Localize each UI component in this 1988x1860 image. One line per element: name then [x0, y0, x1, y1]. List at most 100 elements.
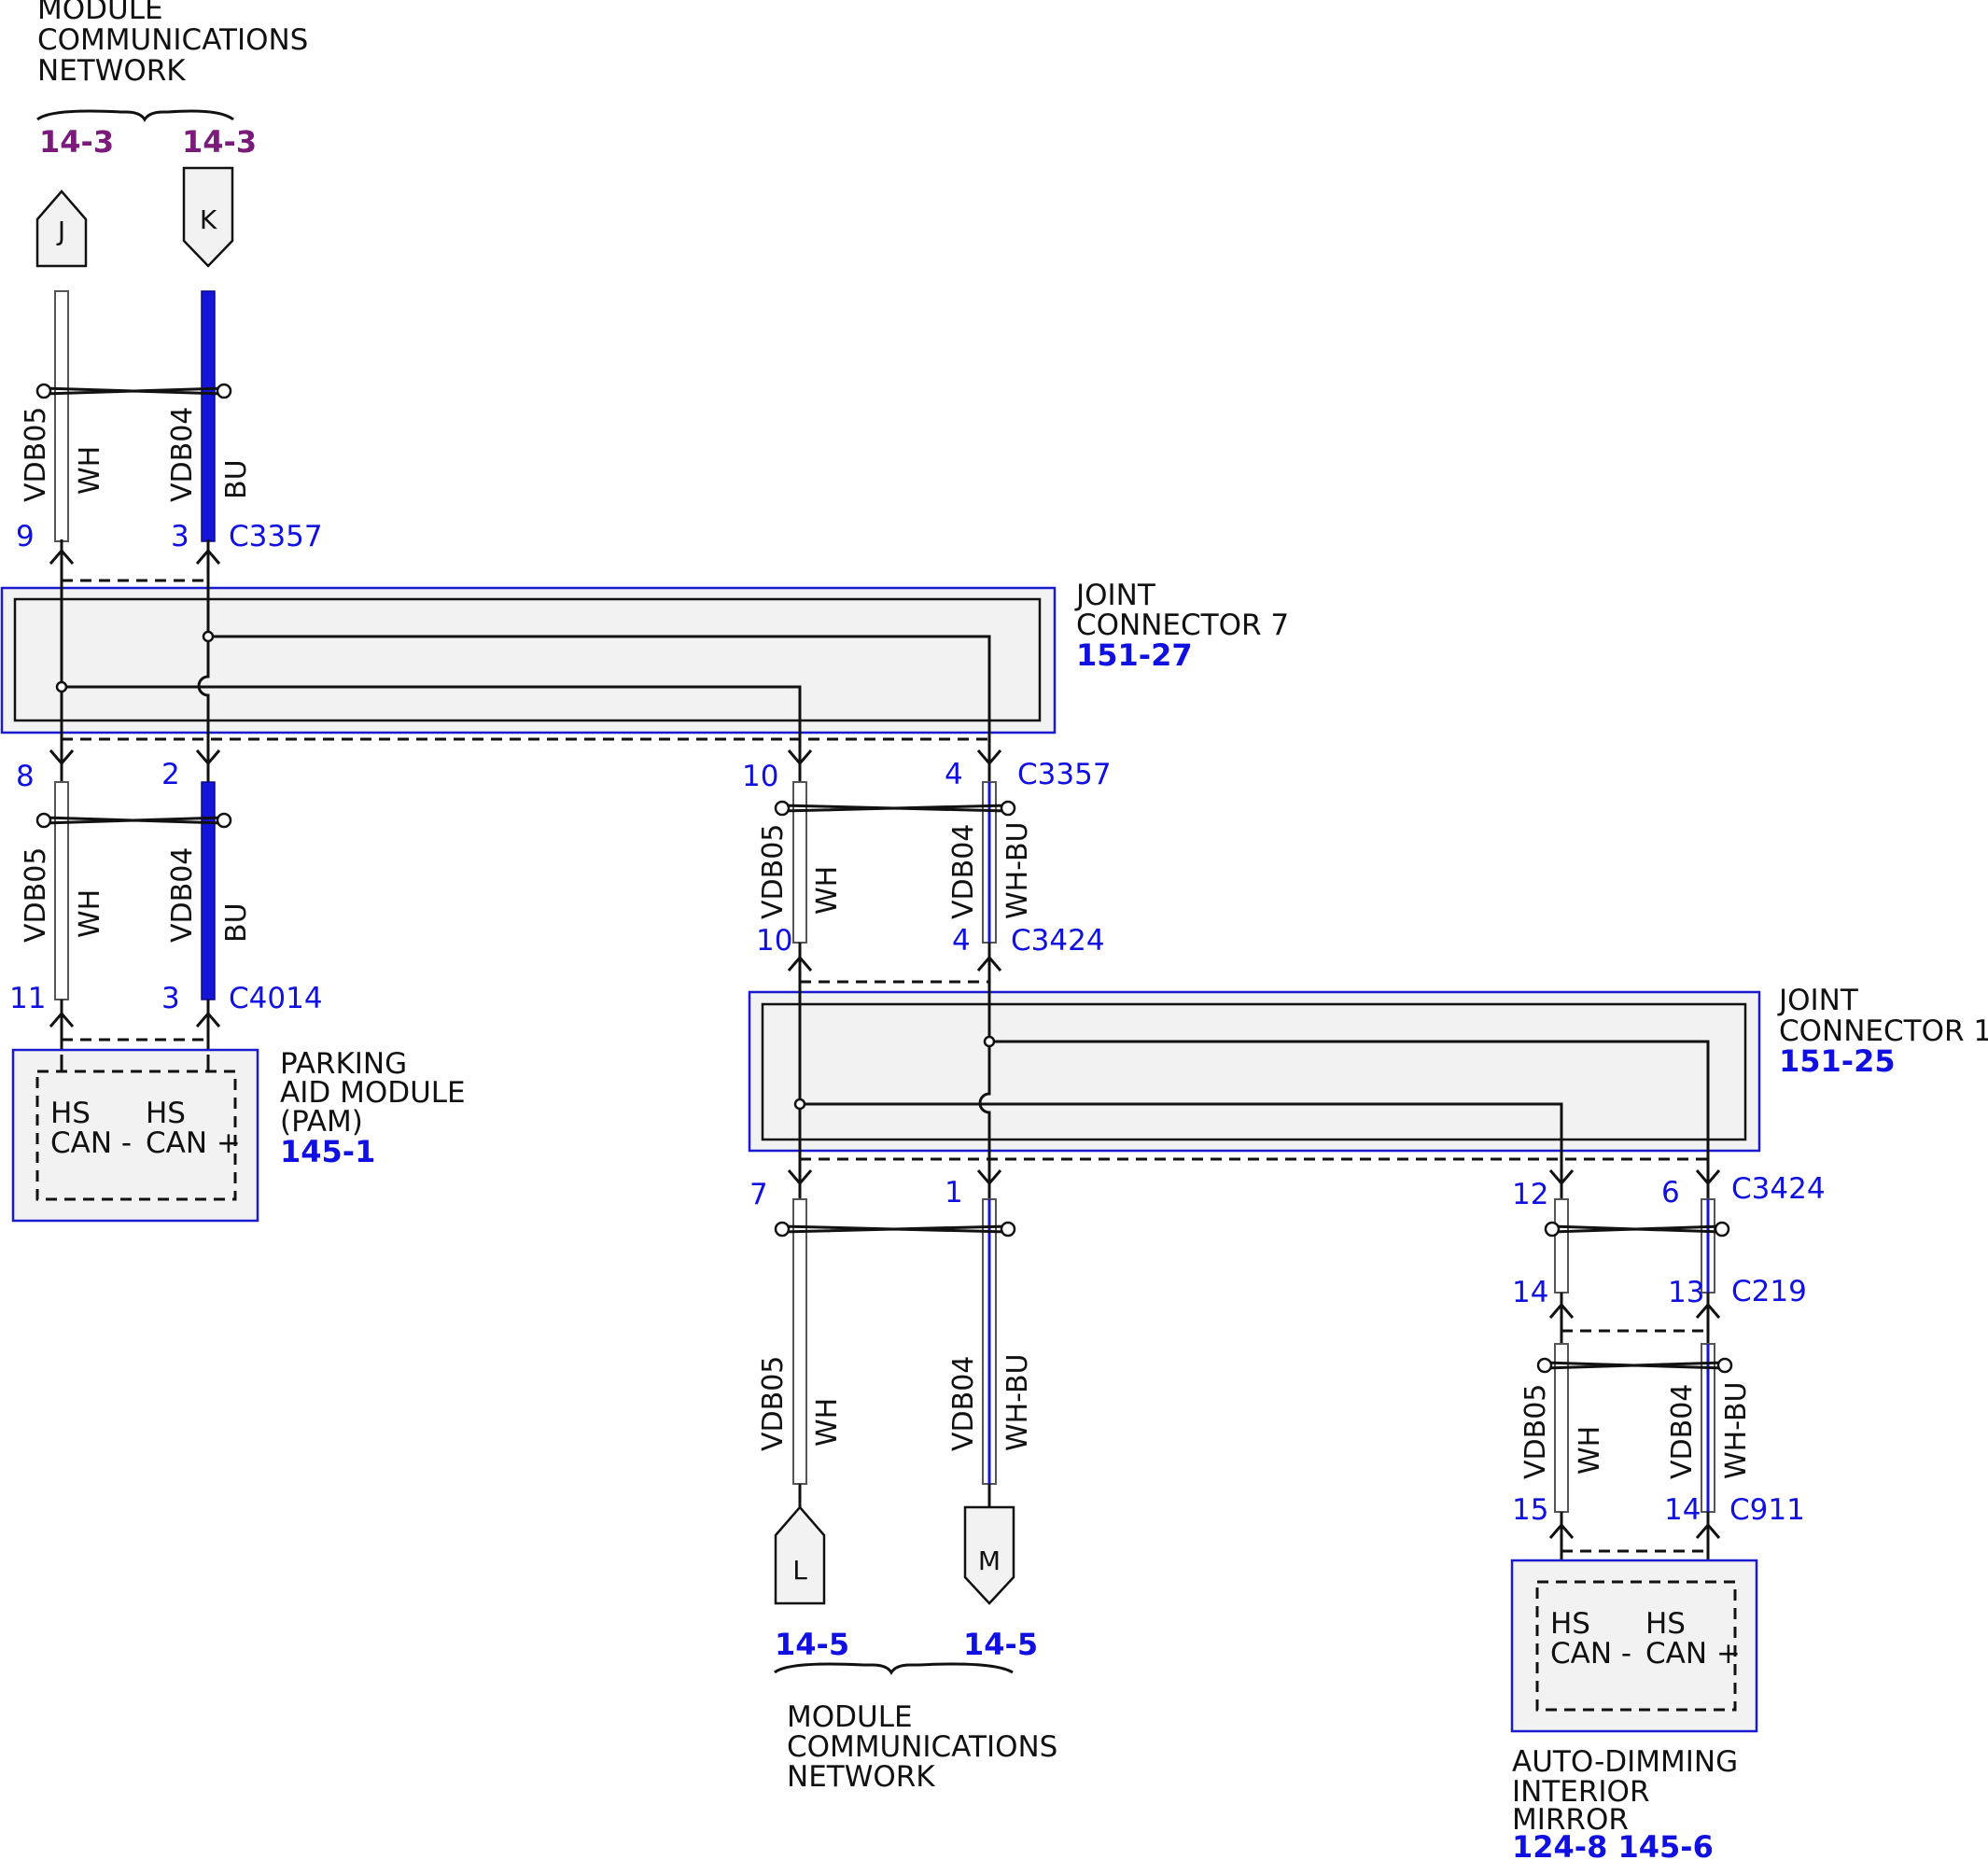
twist-end-4b: [1000, 1221, 1016, 1238]
top-network-group: MODULE COMMUNICATIONS NETWORK 14-3 14-3 …: [35, 0, 308, 268]
twist-end-6a: [1536, 1357, 1553, 1374]
terminal-6: [1695, 1167, 1721, 1199]
wire-color-whbu-3: WH-BU: [1001, 821, 1034, 919]
wire-color-whbu-5: WH-BU: [1720, 1381, 1753, 1479]
terminal-4a: [976, 747, 1002, 782]
ref-14-3-j: 14-3: [39, 124, 114, 160]
wire-color-whbu-4: WH-BU: [1001, 1353, 1034, 1451]
wires-right-mirror: 12 6 C3424 14 13 C219 VDB05 WH VDB04 WH-…: [1512, 1167, 1826, 1582]
terminal-11: [49, 1000, 75, 1055]
joint7-splice-bu: [202, 630, 215, 643]
mirror-ref: 124-8 145-6: [1512, 1829, 1714, 1860]
pin-11: 11: [9, 982, 46, 1015]
connector-c911: C911: [1729, 1493, 1805, 1527]
mirror-label-line1: AUTO-DIMMING: [1512, 1745, 1738, 1779]
bottom-network-brace: [774, 1662, 1014, 1675]
terminal-12: [1548, 1167, 1575, 1199]
twist-mark-3: [781, 804, 1009, 813]
twist-end-6b: [1716, 1357, 1733, 1374]
wire-code-vdb05-3: VDB05: [757, 824, 790, 919]
twist-mark-2: [43, 816, 225, 825]
connector-k-letter: K: [200, 204, 217, 235]
twist-end-5b: [1714, 1221, 1730, 1238]
wire-code-vdb04-5: VDB04: [1666, 1384, 1699, 1479]
joint-connector-7: JOINT CONNECTOR 7 151-27: [0, 579, 1289, 747]
joint13-ref: 151-25: [1779, 1043, 1896, 1079]
pin-14-c219: 14: [1512, 1276, 1548, 1309]
pin-2: 2: [161, 758, 180, 791]
pin-7: 7: [749, 1178, 768, 1211]
wire-code-vdb05-5: VDB05: [1519, 1384, 1552, 1479]
twist-end-4a: [774, 1221, 791, 1238]
connector-c219: C219: [1731, 1275, 1807, 1308]
wire-code-vdb04-1: VDB04: [166, 407, 199, 502]
ref-14-3-k: 14-3: [182, 124, 257, 160]
joint7-label-line1: JOINT: [1074, 579, 1156, 612]
connector-c3424-lower: C3424: [1731, 1172, 1826, 1206]
twist-mark-1: [43, 386, 225, 396]
connector-c3357-lower: C3357: [1017, 758, 1112, 791]
joint13-label-line1: JOINT: [1777, 984, 1859, 1017]
bottom-network-label-line2: COMMUNICATIONS: [787, 1730, 1057, 1764]
pin-6: 6: [1661, 1176, 1680, 1210]
pin-14-c911: 14: [1664, 1493, 1701, 1527]
connector-m-letter: M: [978, 1545, 1001, 1576]
twist-end-2a: [35, 812, 52, 829]
joint-connector-13: JOINT CONNECTOR 13 151-25: [748, 984, 1988, 1167]
twist-end-1b: [216, 383, 232, 399]
pam-hs-1: HS: [50, 1097, 91, 1130]
wire-color-wh-1: WH: [74, 446, 106, 495]
wire-color-wh-5: WH: [1574, 1426, 1606, 1475]
connector-j-letter: J: [56, 216, 65, 246]
joint7-inner: [13, 597, 1042, 722]
ref-14-5-l: 14-5: [775, 1627, 849, 1662]
terminal-7: [787, 1167, 813, 1199]
wire-code-vdb04-2: VDB04: [166, 847, 199, 943]
mirror-hs-1: HS: [1550, 1607, 1590, 1641]
terminal-3b: [195, 1000, 221, 1055]
auto-dimming-mirror: HS CAN - HS CAN + AUTO-DIMMING INTERIOR …: [1510, 1559, 1758, 1860]
wire-vdb04-bu-pam: [201, 781, 216, 1000]
pin-13: 13: [1668, 1276, 1704, 1309]
connector-c3357-upper: C3357: [229, 520, 323, 553]
pin-10-c3357: 10: [742, 760, 778, 793]
connector-l-letter: L: [792, 1555, 807, 1586]
top-network-label-line1: MODULE: [37, 0, 163, 26]
wire-code-vdb05-2: VDB05: [20, 847, 52, 943]
connector-c4014: C4014: [229, 982, 323, 1015]
top-network-label-line2: COMMUNICATIONS: [37, 23, 308, 57]
ref-14-5-m: 14-5: [963, 1627, 1038, 1662]
terminal-1: [976, 1167, 1002, 1199]
wire-code-vdb04-4: VDB04: [947, 1356, 980, 1451]
joint7-ref: 151-27: [1076, 637, 1193, 673]
connector-c3424-upper: C3424: [1011, 924, 1105, 958]
bottom-network-label-line1: MODULE: [787, 1700, 913, 1734]
mirror-can-minus: CAN -: [1550, 1637, 1631, 1671]
terminal-3: [195, 539, 221, 583]
pin-12: 12: [1512, 1178, 1548, 1211]
mirror-hs-2: HS: [1645, 1607, 1686, 1641]
terminal-2: [195, 747, 221, 782]
twist-end-5a: [1544, 1221, 1561, 1238]
twist-end-1a: [35, 383, 52, 399]
bottom-network-label-line3: NETWORK: [787, 1760, 935, 1794]
pam-hs-2: HS: [146, 1097, 186, 1130]
pin-3-c3357: 3: [171, 520, 189, 553]
pin-1: 1: [945, 1176, 963, 1210]
wires-middle-lower: 7 1 VDB05 WH VDB04 WH-BU L M 14-5 14-5 M…: [749, 1167, 1057, 1794]
pin-8: 8: [16, 760, 35, 793]
wire-color-wh-2: WH: [74, 889, 106, 938]
terminal-9: [49, 539, 75, 583]
twist-end-3a: [774, 800, 791, 817]
joint13-splice-bu: [983, 1035, 996, 1048]
pin-4-c3357: 4: [945, 758, 963, 791]
mirror-can-plus: CAN +: [1645, 1637, 1741, 1671]
terminal-8: [49, 747, 75, 782]
terminal-10a: [787, 747, 813, 782]
pin-9: 9: [16, 520, 35, 553]
twist-mark-4: [781, 1224, 1009, 1234]
wire-vdb05-wh-pam: [54, 781, 69, 1000]
pam-can-minus: CAN -: [50, 1126, 132, 1160]
wire-color-bu-2: BU: [220, 902, 253, 943]
joint7-splice-wh: [55, 680, 68, 693]
